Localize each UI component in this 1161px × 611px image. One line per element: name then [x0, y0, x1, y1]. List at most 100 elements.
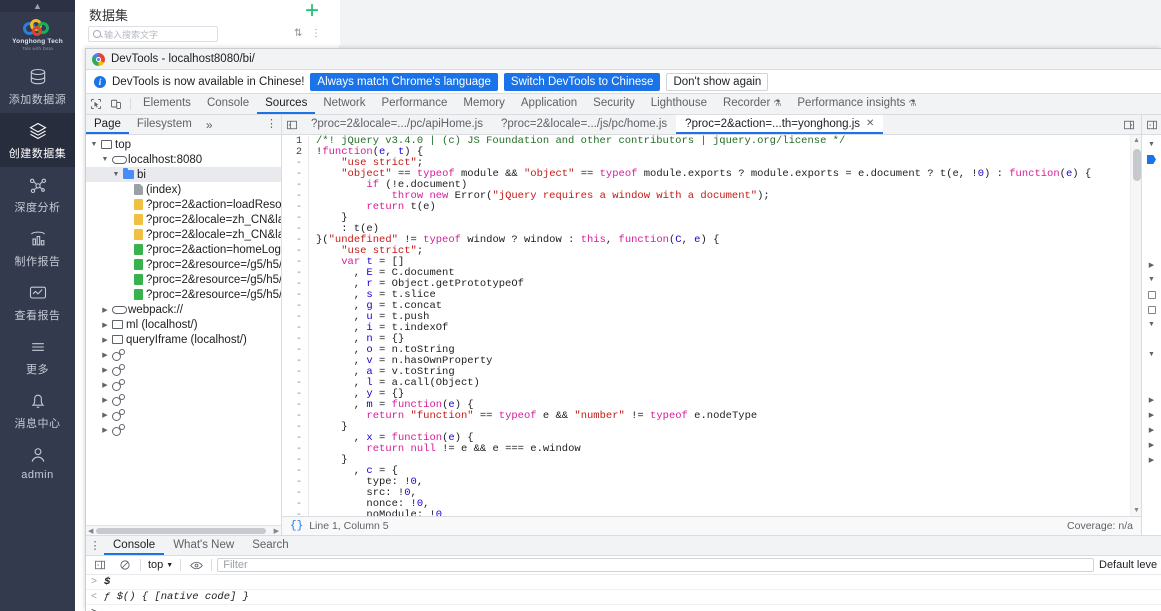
clear-console-icon[interactable] [115, 559, 135, 571]
code-editor[interactable]: 1/*! jQuery v3.4.0 | (c) JS Foundation a… [282, 135, 1141, 516]
line-number[interactable]: - [282, 268, 308, 279]
tab-application[interactable]: Application [513, 94, 585, 114]
pane-toggle-icon[interactable]: ▶ [1142, 422, 1161, 437]
tree-node[interactable] [86, 392, 281, 407]
line-number[interactable]: - [282, 191, 308, 202]
line-number[interactable]: - [282, 389, 308, 400]
drawer-tab-whats-new[interactable]: What's New [164, 536, 243, 555]
close-icon[interactable]: ✕ [866, 118, 874, 129]
debugger-sidebar-toggle[interactable] [1142, 115, 1161, 135]
line-number[interactable]: - [282, 246, 308, 257]
line-number[interactable]: - [282, 455, 308, 466]
tab-console[interactable]: Console [199, 94, 257, 114]
drawer-tab-search[interactable]: Search [243, 536, 297, 555]
tab-security[interactable]: Security [585, 94, 643, 114]
console-context-selector[interactable]: top ▼ [146, 559, 175, 571]
line-number[interactable]: - [282, 290, 308, 301]
line-number[interactable]: - [282, 422, 308, 433]
line-number[interactable]: - [282, 510, 308, 516]
always-match-language-button[interactable]: Always match Chrome's language [310, 73, 498, 91]
twisty-collapsed-icon[interactable] [101, 351, 109, 359]
pane-toggle-icon[interactable]: ▶ [1142, 407, 1161, 422]
line-number[interactable]: - [282, 367, 308, 378]
pretty-print-icon[interactable]: {} [290, 520, 303, 532]
tree-node[interactable] [86, 422, 281, 437]
scroll-right-icon[interactable]: ▶ [274, 527, 279, 535]
twisty-collapsed-icon[interactable] [101, 306, 109, 314]
navigator-tab-page[interactable]: Page [86, 115, 129, 134]
show-debugger-sidebar-icon[interactable] [1119, 119, 1139, 131]
line-number[interactable]: - [282, 301, 308, 312]
tab-sources[interactable]: Sources [257, 94, 315, 114]
line-number[interactable]: - [282, 400, 308, 411]
tree-node[interactable]: ?proc=2&locale=zh_CN&last [86, 212, 281, 227]
line-number[interactable]: - [282, 334, 308, 345]
editor-tab-home[interactable]: ?proc=2&locale=.../js/pc/home.js [492, 115, 676, 134]
twisty-expanded-icon[interactable] [90, 141, 98, 148]
pane-toggle-icon[interactable]: ▶ [1142, 437, 1161, 452]
line-number[interactable]: - [282, 202, 308, 213]
line-number[interactable]: 2 [282, 147, 308, 158]
add-dataset-button[interactable]: + [305, 0, 319, 22]
pane-checkbox[interactable] [1142, 302, 1161, 317]
tree-node[interactable]: ?proc=2&resource=/g5/h5/c [86, 257, 281, 272]
tree-node[interactable]: localhost:8080 [86, 152, 281, 167]
drawer-tab-console[interactable]: Console [104, 536, 164, 555]
tree-node[interactable]: ?proc=2&locale=zh_CN&last [86, 227, 281, 242]
line-number[interactable]: - [282, 158, 308, 169]
pane-toggle-icon[interactable]: ▼ [1142, 137, 1161, 152]
sidebar-item-make-report[interactable]: 制作报告 [0, 221, 75, 275]
tree-node[interactable]: ?proc=2&resource=/g5/h5/c [86, 287, 281, 302]
twisty-collapsed-icon[interactable] [101, 381, 109, 389]
tab-elements[interactable]: Elements [135, 94, 199, 114]
line-number[interactable]: - [282, 235, 308, 246]
navigator-more-tabs-icon[interactable]: » [200, 115, 219, 134]
tab-performance[interactable]: Performance [374, 94, 456, 114]
tree-node[interactable]: ?proc=2&resource=/g5/h5/c [86, 272, 281, 287]
tree-node[interactable] [86, 362, 281, 377]
tab-recorder[interactable]: Recorder⚗ [715, 94, 789, 114]
navigator-horizontal-scrollbar[interactable]: ◀ ▶ [86, 525, 281, 535]
tree-node[interactable] [86, 347, 281, 362]
pane-toggle-icon[interactable]: ▼ [1142, 272, 1161, 287]
editor-vertical-scrollbar[interactable]: ▲ ▼ [1130, 135, 1141, 516]
twisty-collapsed-icon[interactable] [101, 336, 109, 344]
tree-node[interactable]: ?proc=2&action=homeLogo [86, 242, 281, 257]
tab-network[interactable]: Network [315, 94, 373, 114]
sidebar-item-create-dataset[interactable]: 创建数据集 [0, 113, 75, 167]
navigator-menu-icon[interactable]: ⋮ [266, 118, 277, 131]
line-number[interactable]: - [282, 444, 308, 455]
sidebar-item-view-report[interactable]: 查看报告 [0, 275, 75, 329]
twisty-expanded-icon[interactable] [101, 156, 109, 163]
line-number[interactable]: - [282, 433, 308, 444]
pane-toggle-icon[interactable]: ▶ [1142, 257, 1161, 272]
line-number[interactable]: - [282, 488, 308, 499]
pane-toggle-icon[interactable]: ▶ [1142, 392, 1161, 407]
editor-tab-apihome[interactable]: ?proc=2&locale=.../pc/apiHome.js [302, 115, 492, 134]
tree-node[interactable]: ?proc=2&action=loadResour [86, 197, 281, 212]
sidebar-item-add-datasource[interactable]: 添加数据源 [0, 59, 75, 113]
tree-node[interactable]: (index) [86, 182, 281, 197]
twisty-expanded-icon[interactable] [112, 171, 120, 178]
pane-toggle-icon[interactable]: ▶ [1142, 452, 1161, 467]
line-number[interactable]: - [282, 213, 308, 224]
dataset-menu-icon[interactable]: ⋮ [311, 28, 321, 39]
scroll-down-icon[interactable]: ▼ [1133, 507, 1140, 514]
breakpoint-marker-icon[interactable] [1142, 152, 1161, 167]
line-number[interactable]: - [282, 224, 308, 235]
line-number[interactable]: - [282, 180, 308, 191]
twisty-collapsed-icon[interactable] [101, 366, 109, 374]
console-log-levels-selector[interactable]: Default levels [1099, 559, 1157, 571]
line-number[interactable]: - [282, 169, 308, 180]
tree-node[interactable]: webpack:// [86, 302, 281, 317]
pane-checkbox[interactable] [1142, 287, 1161, 302]
drawer-menu-icon[interactable]: ⋮ [86, 536, 104, 555]
line-number[interactable]: - [282, 499, 308, 510]
dataset-search-input[interactable]: 输入搜索文字 [88, 26, 218, 42]
tab-memory[interactable]: Memory [455, 94, 513, 114]
dataset-sort-icon[interactable]: ⇅ [294, 28, 302, 39]
twisty-collapsed-icon[interactable] [101, 426, 109, 434]
live-expression-eye-icon[interactable] [186, 560, 206, 571]
console-sidebar-icon[interactable] [90, 559, 110, 571]
line-number[interactable]: 1 [282, 136, 308, 147]
